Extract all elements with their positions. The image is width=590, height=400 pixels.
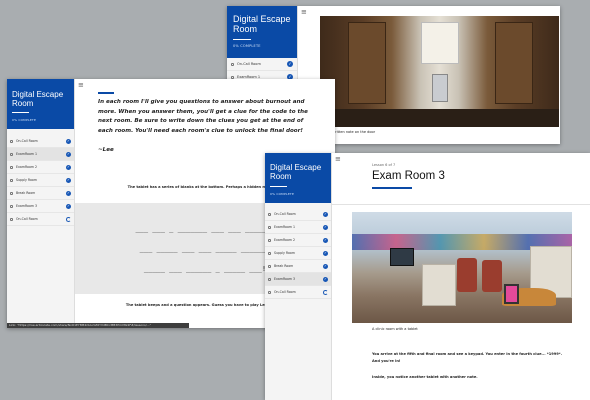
sidebar-item[interactable]: ExamRoom 1 ✓ bbox=[7, 148, 74, 161]
sidebar-item-label: ExamRoom 3 bbox=[16, 204, 38, 208]
lock-icon bbox=[10, 152, 13, 156]
check-icon: ✓ bbox=[66, 151, 71, 157]
lock-icon bbox=[268, 238, 271, 242]
lock-icon bbox=[268, 251, 271, 255]
note-image bbox=[421, 22, 459, 64]
sidebar-item[interactable]: ExamRoom 1 ✓ bbox=[265, 221, 331, 234]
brand-header: Digital Escape Room 0% COMPLETE bbox=[7, 79, 74, 129]
lock-icon bbox=[10, 217, 13, 221]
sidebar-menu: On-Call Room ✓ ExamRoom 1 ✓ ExamRoom 2 ✓… bbox=[7, 135, 74, 226]
spinner-icon bbox=[323, 289, 328, 295]
app-title: Digital Escape Room bbox=[12, 90, 64, 108]
tablet-image bbox=[504, 284, 519, 304]
main-content: Lesson 6 of 7 Exam Room 3 A clinic room … bbox=[332, 153, 590, 400]
sidebar-item[interactable]: On-Call Room ✓ bbox=[265, 208, 331, 221]
window-front: Digital Escape Room 0% COMPLETE On-Call … bbox=[265, 153, 590, 400]
sidebar-item-label: Supply Room bbox=[16, 178, 37, 182]
check-icon: ✓ bbox=[66, 190, 71, 196]
lock-icon bbox=[268, 225, 271, 229]
lock-icon bbox=[268, 277, 271, 281]
spinner-icon bbox=[66, 216, 71, 222]
status-bar-url: Link: "https://rise.articulate.com/share… bbox=[7, 323, 189, 328]
sidebar-item-label: On-Call Room bbox=[237, 62, 261, 66]
progress-label: 0% COMPLETE bbox=[12, 118, 37, 122]
sidebar-item-label: Break Room bbox=[274, 264, 294, 268]
sidebar-item[interactable]: Supply Room ✓ bbox=[7, 174, 74, 187]
lock-icon bbox=[10, 139, 13, 143]
sidebar: Digital Escape Room 0% COMPLETE On-Call … bbox=[7, 79, 75, 328]
monitor-image bbox=[390, 248, 414, 266]
sidebar-item[interactable]: ExamRoom 2 ✓ bbox=[7, 161, 74, 174]
app-title: Digital Escape Room bbox=[270, 163, 322, 181]
sidebar-item-label: ExamRoom 1 bbox=[274, 225, 296, 229]
progress-label: 0% COMPLETE bbox=[270, 192, 295, 196]
check-icon: ✓ bbox=[66, 164, 71, 170]
sidebar-item-label: ExamRoom 1 bbox=[16, 152, 38, 156]
sidebar-item-label: ExamRoom 3 bbox=[274, 277, 296, 281]
check-icon: ✓ bbox=[323, 211, 328, 217]
main-content: A handwritten note on the door bbox=[298, 6, 560, 144]
lock-icon bbox=[10, 178, 13, 182]
sidebar-item-label: On-Call Room bbox=[274, 290, 296, 294]
accent-rule bbox=[98, 92, 114, 94]
check-icon: ✓ bbox=[323, 250, 328, 256]
lock-icon bbox=[10, 204, 13, 208]
intro-paragraph: In each room I'll give you questions to … bbox=[98, 99, 308, 134]
check-icon: ✓ bbox=[287, 61, 293, 67]
sidebar-item[interactable]: Break Room ✓ bbox=[265, 260, 331, 273]
clinic-room-photo bbox=[352, 212, 572, 323]
sidebar-item[interactable]: On-Call Room bbox=[7, 213, 74, 226]
sidebar-item-label: On-Call Room bbox=[16, 217, 38, 221]
lock-icon bbox=[268, 290, 271, 294]
lock-icon bbox=[268, 212, 271, 216]
keypad-image bbox=[432, 74, 448, 102]
check-icon: ✓ bbox=[66, 177, 71, 183]
sidebar-item-label: Supply Room bbox=[274, 251, 295, 255]
sidebar-item[interactable]: Break Room ✓ bbox=[7, 187, 74, 200]
door-photo bbox=[320, 16, 559, 127]
app-title: Digital Escape Room bbox=[233, 14, 291, 34]
check-icon: ✓ bbox=[323, 276, 328, 282]
signature: ~Lee bbox=[98, 147, 114, 153]
check-icon: ✓ bbox=[323, 263, 328, 269]
lesson-title: Exam Room 3 bbox=[372, 170, 445, 182]
brand-header: Digital Escape Room 0% COMPLETE bbox=[227, 6, 297, 58]
sidebar-item-label: ExamRoom 2 bbox=[16, 165, 38, 169]
sidebar: Digital Escape Room 0% COMPLETE On-Call … bbox=[265, 153, 332, 400]
header-divider bbox=[332, 204, 590, 205]
sidebar-item-label: Break Room bbox=[16, 191, 36, 195]
check-icon: ✓ bbox=[323, 237, 328, 243]
lock-icon bbox=[268, 264, 271, 268]
lock-icon bbox=[10, 191, 13, 195]
sidebar-item[interactable]: ExamRoom 2 ✓ bbox=[265, 234, 331, 247]
lock-icon bbox=[231, 62, 234, 66]
sidebar-item[interactable]: On-Call Room ✓ bbox=[227, 58, 297, 71]
sidebar-item[interactable]: ExamRoom 3 ✓ bbox=[265, 273, 331, 286]
progress-label: 0% COMPLETE bbox=[233, 44, 261, 48]
lock-icon bbox=[10, 165, 13, 169]
check-icon: ✓ bbox=[66, 138, 71, 144]
accent-rule bbox=[372, 187, 412, 189]
sidebar-menu: On-Call Room ✓ ExamRoom 1 ✓ ExamRoom 2 ✓… bbox=[265, 208, 331, 299]
sidebar-item-label: On-Call Room bbox=[274, 212, 296, 216]
sidebar-item-label: ExamRoom 2 bbox=[274, 238, 296, 242]
sidebar-item-label: On-Call Room bbox=[16, 139, 38, 143]
sidebar-item[interactable]: ExamRoom 3 ✓ bbox=[7, 200, 74, 213]
story-paragraph: You arrive at the fifth and final room a… bbox=[372, 352, 563, 363]
story-paragraph-2: Inside, you notice another tablet with a… bbox=[372, 375, 478, 379]
sidebar-item[interactable]: On-Call Room ✓ bbox=[7, 135, 74, 148]
check-icon: ✓ bbox=[66, 203, 71, 209]
sidebar-item[interactable]: Supply Room ✓ bbox=[265, 247, 331, 260]
sidebar-item[interactable]: On-Call Room bbox=[265, 286, 331, 299]
check-icon: ✓ bbox=[323, 224, 328, 230]
brand-header: Digital Escape Room 0% COMPLETE bbox=[265, 153, 331, 203]
lesson-counter: Lesson 6 of 7 bbox=[372, 163, 396, 167]
image-caption: A clinic room with a tablet bbox=[372, 327, 418, 331]
